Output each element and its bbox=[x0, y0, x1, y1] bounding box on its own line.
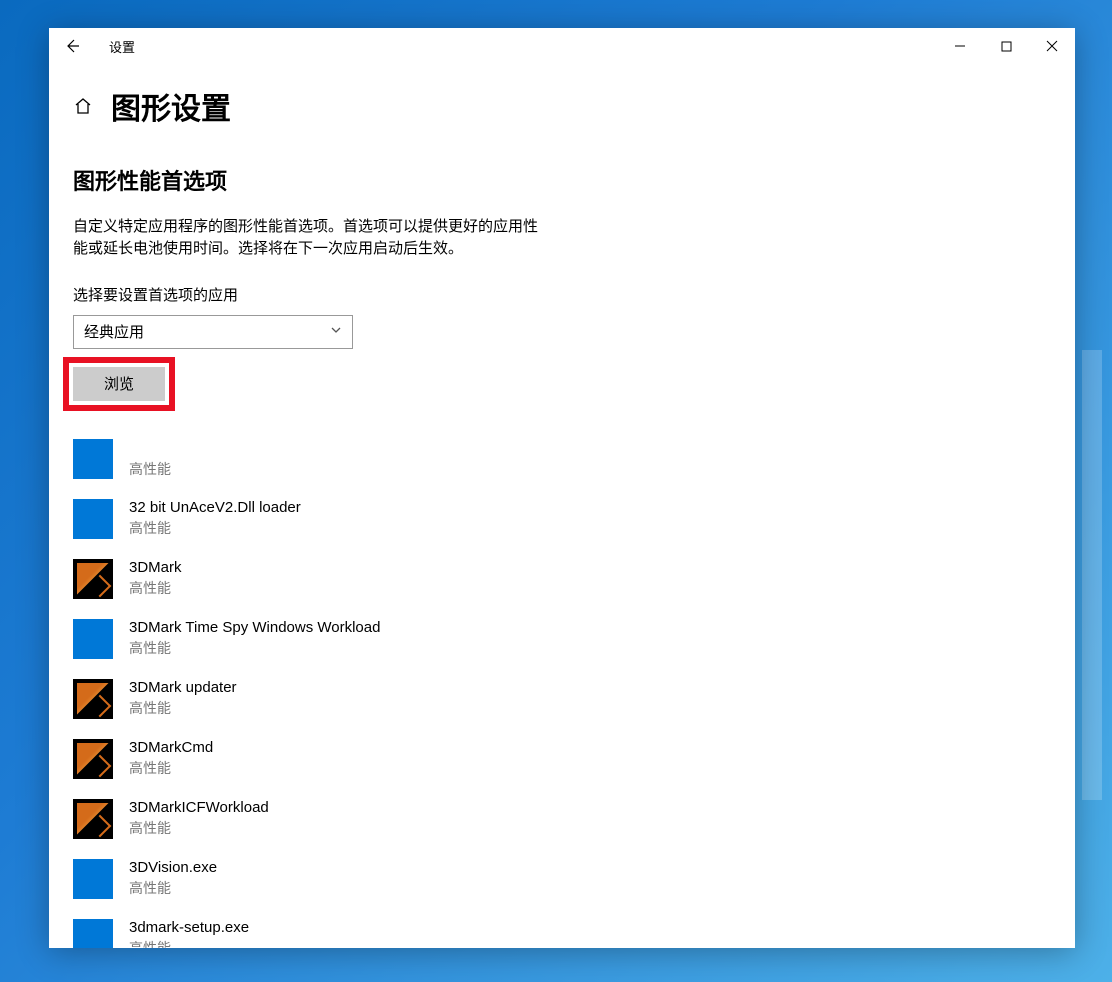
app-text-block: 高性能 bbox=[129, 439, 171, 479]
app-list-item[interactable]: 32 bit UnAceV2.Dll loader 高性能 bbox=[73, 489, 1051, 549]
app-performance-label: 高性能 bbox=[129, 459, 171, 479]
section-title: 图形性能首选项 bbox=[73, 164, 1051, 196]
app-performance-label: 高性能 bbox=[129, 878, 217, 898]
generic-app-icon bbox=[73, 859, 113, 899]
app-text-block: 3DVision.exe 高性能 bbox=[129, 859, 217, 898]
maximize-icon bbox=[1001, 41, 1012, 52]
app-type-dropdown[interactable]: 经典应用 bbox=[73, 315, 353, 349]
app-list-item[interactable]: 高性能 bbox=[73, 429, 1051, 489]
app-list-item[interactable]: 3DMark 高性能 bbox=[73, 549, 1051, 609]
app-text-block: 3DMark 高性能 bbox=[129, 559, 182, 598]
app-performance-label: 高性能 bbox=[129, 578, 182, 598]
app-performance-label: 高性能 bbox=[129, 758, 213, 778]
app-list-item[interactable]: 3DVision.exe 高性能 bbox=[73, 849, 1051, 909]
minimize-icon bbox=[954, 40, 966, 52]
app-list-item[interactable]: 3DMark updater 高性能 bbox=[73, 669, 1051, 729]
select-app-label: 选择要设置首选项的应用 bbox=[73, 284, 1051, 305]
close-button[interactable] bbox=[1029, 28, 1075, 64]
app-performance-label: 高性能 bbox=[129, 518, 301, 538]
3dmark-app-icon bbox=[73, 799, 113, 839]
home-icon[interactable] bbox=[73, 96, 93, 116]
app-text-block: 32 bit UnAceV2.Dll loader 高性能 bbox=[129, 499, 301, 538]
dropdown-selected-value: 经典应用 bbox=[84, 321, 144, 342]
app-name-label: 3DMark bbox=[129, 559, 182, 576]
app-text-block: 3dmark-setup.exe 高性能 bbox=[129, 919, 249, 948]
app-list-item[interactable]: 3DMarkICFWorkload 高性能 bbox=[73, 789, 1051, 849]
titlebar: 设置 bbox=[49, 28, 1075, 64]
minimize-button[interactable] bbox=[937, 28, 983, 64]
app-list-item[interactable]: 3DMarkCmd 高性能 bbox=[73, 729, 1051, 789]
page-header: 图形设置 bbox=[73, 84, 1051, 128]
generic-app-icon bbox=[73, 499, 113, 539]
app-text-block: 3DMark updater 高性能 bbox=[129, 679, 237, 718]
close-icon bbox=[1046, 40, 1058, 52]
app-performance-label: 高性能 bbox=[129, 938, 249, 948]
app-text-block: 3DMark Time Spy Windows Workload 高性能 bbox=[129, 619, 380, 658]
app-performance-label: 高性能 bbox=[129, 698, 237, 718]
window-title: 设置 bbox=[95, 37, 135, 56]
description-text: 自定义特定应用程序的图形性能首选项。首选项可以提供更好的应用性能或延长电池使用时… bbox=[73, 216, 543, 260]
arrow-left-icon bbox=[64, 38, 80, 54]
maximize-button[interactable] bbox=[983, 28, 1029, 64]
app-name-label: 3DMarkICFWorkload bbox=[129, 799, 269, 816]
generic-app-icon bbox=[73, 619, 113, 659]
app-text-block: 3DMarkICFWorkload 高性能 bbox=[129, 799, 269, 838]
app-name-label: 3DVision.exe bbox=[129, 859, 217, 876]
browse-highlight-box: 浏览 bbox=[63, 357, 175, 411]
generic-app-icon bbox=[73, 919, 113, 949]
app-name-label: 3dmark-setup.exe bbox=[129, 919, 249, 936]
chevron-down-icon bbox=[330, 323, 342, 340]
app-name-label: 32 bit UnAceV2.Dll loader bbox=[129, 499, 301, 516]
app-name-label: 3DMark Time Spy Windows Workload bbox=[129, 619, 380, 636]
generic-app-icon bbox=[73, 439, 113, 479]
3dmark-app-icon bbox=[73, 739, 113, 779]
app-performance-label: 高性能 bbox=[129, 818, 269, 838]
app-name-label: 3DMarkCmd bbox=[129, 739, 213, 756]
settings-window: 设置 图形设置 图形性能首选项 自定义特定应用程序的图形性能首选项。首选项可以提… bbox=[49, 28, 1075, 948]
back-button[interactable] bbox=[49, 28, 95, 64]
browse-button[interactable]: 浏览 bbox=[73, 367, 165, 401]
app-performance-label: 高性能 bbox=[129, 638, 380, 658]
app-name-label: 3DMark updater bbox=[129, 679, 237, 696]
app-text-block: 3DMarkCmd 高性能 bbox=[129, 739, 213, 778]
page-title: 图形设置 bbox=[111, 84, 231, 128]
content-scroll[interactable]: 图形设置 图形性能首选项 自定义特定应用程序的图形性能首选项。首选项可以提供更好… bbox=[49, 64, 1075, 948]
3dmark-app-icon bbox=[73, 559, 113, 599]
app-list: 高性能 32 bit UnAceV2.Dll loader 高性能 3DMark 高性能… bbox=[73, 429, 1051, 949]
app-list-item[interactable]: 3DMark Time Spy Windows Workload 高性能 bbox=[73, 609, 1051, 669]
3dmark-app-icon bbox=[73, 679, 113, 719]
app-list-item[interactable]: 3dmark-setup.exe 高性能 bbox=[73, 909, 1051, 949]
